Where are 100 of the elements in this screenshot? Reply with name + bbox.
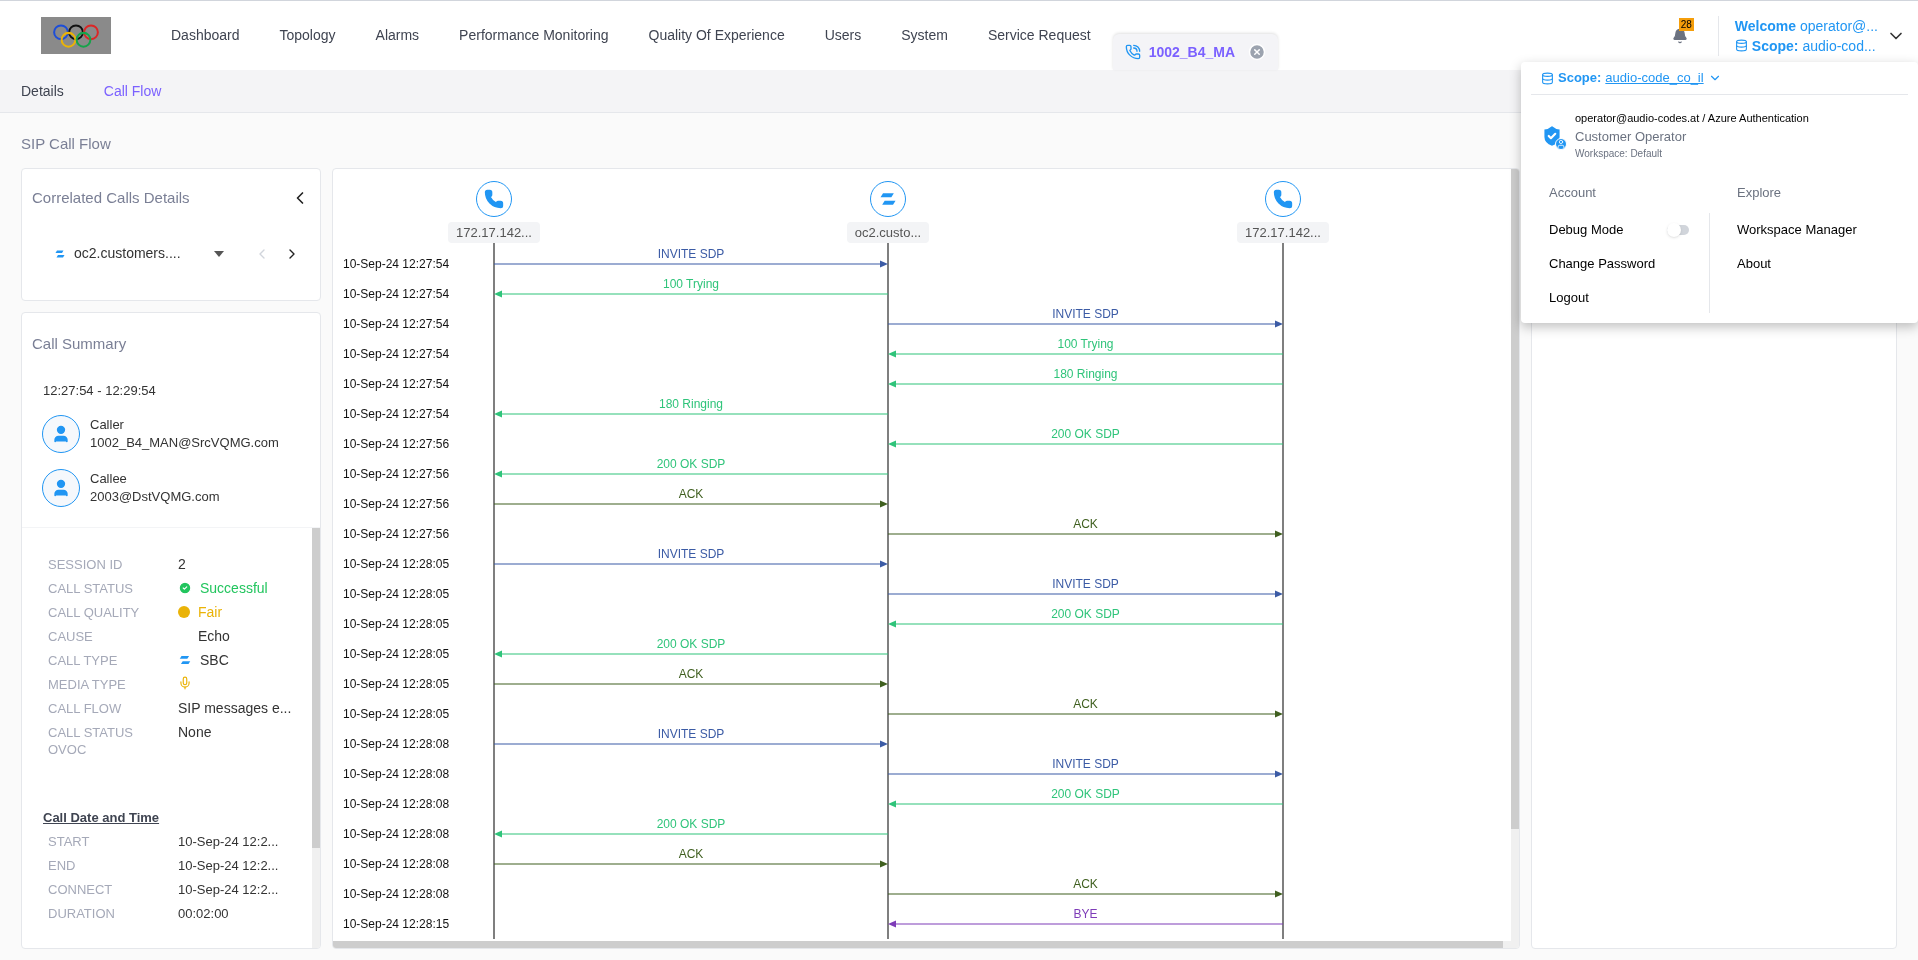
message-arrow[interactable]	[887, 770, 1283, 777]
message-arrow[interactable]	[887, 590, 1283, 597]
field-value: None	[178, 723, 212, 740]
message-label[interactable]: ACK	[1073, 876, 1098, 891]
nav-link[interactable]: Quality Of Experience	[648, 25, 785, 46]
timestamp: 10-Sep-24 12:28:08	[343, 886, 450, 901]
menu-item[interactable]: Debug Mode	[1549, 219, 1624, 240]
nav-link[interactable]: Alarms	[375, 25, 420, 46]
field-label: CONNECT	[48, 881, 114, 898]
message-arrow[interactable]	[494, 650, 889, 657]
vertical-scrollbar[interactable]	[1511, 168, 1519, 941]
timestamp: 10-Sep-24 12:27:56	[343, 526, 450, 541]
node-name: 172.17.142...	[1237, 221, 1329, 243]
nav-link[interactable]: Dashboard	[171, 25, 240, 46]
sub-tab[interactable]: Call Flow	[103, 80, 162, 102]
field-value: SIP messages e...	[178, 699, 292, 716]
field-value: Echo	[197, 627, 230, 644]
message-label[interactable]: INVITE SDP	[657, 246, 725, 261]
scrollbar[interactable]	[312, 527, 320, 948]
field-label: MEDIA TYPE	[48, 675, 127, 693]
bell-icon[interactable]	[1671, 27, 1688, 44]
field-label: CALL STATUS OVOC	[48, 723, 134, 758]
message-arrow[interactable]	[493, 560, 888, 567]
message-arrow[interactable]	[493, 500, 888, 507]
message-label[interactable]: ACK	[678, 666, 704, 681]
message-arrow[interactable]	[887, 530, 1283, 537]
tab-label: 1002_B4_MA	[1148, 42, 1236, 62]
message-label[interactable]: ACK	[678, 486, 704, 501]
message-arrow[interactable]	[887, 710, 1283, 717]
message-label[interactable]: BYE	[1073, 906, 1098, 921]
node-name: oc2.custo...	[846, 221, 930, 243]
phone-node-icon[interactable]	[476, 180, 512, 217]
field-label: CALL QUALITY	[48, 603, 141, 621]
menu-item[interactable]: Logout	[1549, 287, 1589, 308]
timestamp: 10-Sep-24 12:28:05	[343, 706, 450, 721]
section-title: Explore	[1737, 184, 1783, 202]
message-arrow[interactable]	[494, 290, 889, 297]
nav-link[interactable]: Performance Monitoring	[459, 25, 609, 46]
party-role: Caller	[90, 415, 125, 434]
timestamp: 10-Sep-24 12:27:56	[343, 466, 450, 481]
call-select[interactable]: oc2.customers....	[54, 243, 224, 264]
message-arrow[interactable]	[888, 350, 1284, 357]
message-arrow[interactable]	[888, 380, 1284, 387]
debug-switch[interactable]	[1667, 224, 1689, 235]
timestamp: 10-Sep-24 12:28:05	[343, 586, 450, 601]
role-text: Customer Operator	[1575, 127, 1688, 146]
phone-icon	[1124, 44, 1141, 60]
field-value: 10-Sep-24 12:2...	[178, 833, 280, 850]
message-arrow[interactable]	[494, 410, 889, 417]
nav-link[interactable]: Topology	[279, 25, 336, 46]
field-value: 00:02:00	[178, 905, 230, 922]
rings-logo[interactable]	[41, 17, 111, 54]
card-title: Call Summary	[32, 333, 128, 354]
message-arrow[interactable]	[493, 860, 888, 867]
timestamp: 10-Sep-24 12:27:54	[343, 376, 450, 391]
avatar-icon	[42, 468, 80, 507]
field-value: Fair	[198, 603, 223, 621]
nav-link[interactable]: Service Request	[987, 25, 1091, 46]
sub-tab[interactable]: Details	[21, 80, 64, 102]
message-arrow[interactable]	[494, 830, 889, 837]
message-arrow[interactable]	[494, 470, 889, 477]
timestamp: 10-Sep-24 12:28:08	[343, 736, 450, 751]
close-icon[interactable]	[1247, 43, 1266, 61]
message-label[interactable]: ACK	[1073, 696, 1098, 711]
message-arrow[interactable]	[888, 440, 1284, 447]
database-icon	[1541, 71, 1554, 85]
message-label[interactable]: ACK	[678, 846, 704, 861]
message-arrow[interactable]	[888, 800, 1284, 807]
message-arrow[interactable]	[493, 680, 888, 687]
timestamp: 10-Sep-24 12:28:05	[343, 676, 450, 691]
timestamp: 10-Sep-24 12:28:08	[343, 766, 450, 781]
message-arrow[interactable]	[493, 740, 888, 747]
phone-node-icon[interactable]	[1265, 180, 1301, 217]
message-label[interactable]: ACK	[1073, 516, 1098, 531]
message-label[interactable]: INVITE SDP	[1052, 306, 1119, 321]
menu-item[interactable]: Change Password	[1549, 253, 1656, 274]
message-arrow[interactable]	[887, 890, 1283, 897]
message-arrow[interactable]	[888, 920, 1284, 927]
menu-item[interactable]: Workspace Manager	[1737, 219, 1857, 240]
message-label[interactable]: INVITE SDP	[1052, 756, 1119, 771]
message-arrow[interactable]	[493, 260, 888, 267]
sbc-node-icon[interactable]	[870, 180, 906, 217]
timestamp: 10-Sep-24 12:28:08	[343, 796, 450, 811]
message-label[interactable]: INVITE SDP	[657, 546, 725, 561]
nav-link[interactable]: Users	[824, 25, 862, 46]
field-label: END	[48, 857, 77, 874]
timestamp: 10-Sep-24 12:27:54	[343, 256, 450, 271]
field-label: CALL FLOW	[48, 699, 123, 717]
menu-item[interactable]: About	[1737, 253, 1771, 274]
microphone-icon	[178, 675, 192, 690]
account-line: operator@audio-codes.at / Azure Authentication	[1575, 111, 1809, 126]
nav-link[interactable]: System	[901, 25, 948, 46]
dropdown-caret-icon	[214, 250, 224, 257]
message-label[interactable]: INVITE SDP	[657, 726, 725, 741]
message-label[interactable]: INVITE SDP	[1052, 576, 1119, 591]
open-call-tab[interactable]: 1002_B4_MA	[1112, 34, 1278, 70]
message-arrow[interactable]	[887, 320, 1283, 327]
horizontal-scrollbar[interactable]	[333, 941, 1519, 948]
timestamp: 10-Sep-24 12:27:54	[343, 406, 450, 421]
message-arrow[interactable]	[888, 620, 1284, 627]
